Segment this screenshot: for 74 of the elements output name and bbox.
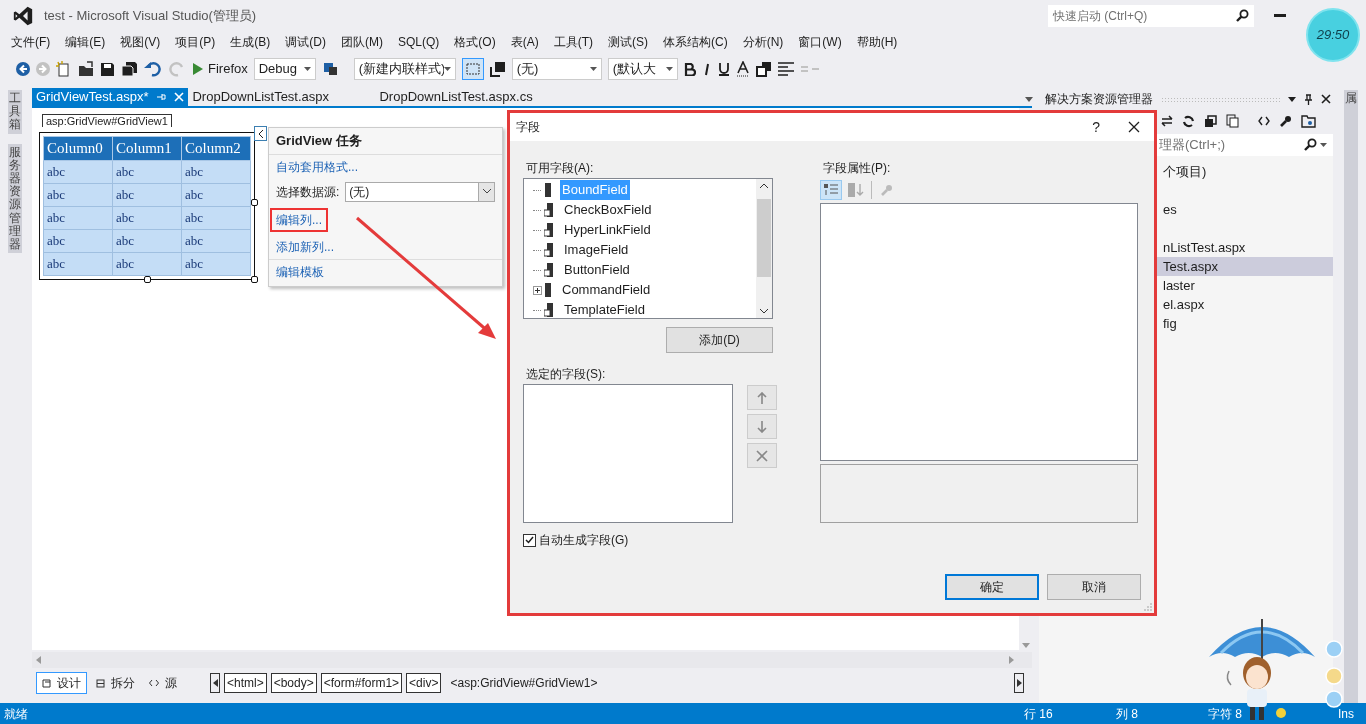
breadcrumb[interactable]: <asp:GridView#GridView1> xyxy=(448,673,600,693)
cancel-button[interactable]: 取消 xyxy=(1047,574,1141,600)
panel-title: 解决方案资源管理器 xyxy=(1045,91,1153,108)
table-cell: abc xyxy=(43,183,113,206)
target-rule-dropdown[interactable]: (无) xyxy=(511,58,602,80)
ok-button[interactable]: 确定 xyxy=(945,574,1039,600)
breadcrumb[interactable]: <div> xyxy=(406,673,442,693)
task-link[interactable]: 编辑模板 xyxy=(276,262,324,281)
menu-item[interactable]: 表(A) xyxy=(510,33,539,51)
style-dropdown[interactable]: (新建内联样式) xyxy=(353,58,456,80)
dialog-title: 字段 xyxy=(516,119,541,136)
menu-item[interactable]: 团队(M) xyxy=(341,33,383,51)
view-tab[interactable]: 源 xyxy=(144,672,182,694)
column-header: Column1 xyxy=(112,136,182,160)
task-link[interactable]: 编辑列... xyxy=(270,207,328,232)
field-item[interactable]: CommandField xyxy=(560,280,653,300)
menu-item[interactable]: SQL(Q) xyxy=(398,33,440,51)
add-button[interactable]: 添加(D) xyxy=(666,327,773,353)
field-label: 选择数据源: xyxy=(276,183,340,201)
menu-item[interactable]: 帮助(H) xyxy=(856,33,898,51)
menu-item[interactable]: 分析(N) xyxy=(742,33,784,51)
field-item[interactable]: HyperLinkField xyxy=(562,220,653,240)
field-item[interactable]: ButtonField xyxy=(562,260,632,280)
menu-item[interactable]: 测试(S) xyxy=(608,33,648,51)
menu-item[interactable]: 调试(D) xyxy=(285,33,326,51)
breadcrumb[interactable]: <form#form1> xyxy=(320,673,403,693)
breadcrumb[interactable]: <html> xyxy=(224,673,267,693)
menu-item[interactable]: 格式(O) xyxy=(454,33,496,51)
panel-title: GridView 任务 xyxy=(269,128,502,155)
document-tab[interactable]: DropDownListTest.aspx xyxy=(188,88,376,106)
quick-launch-field[interactable]: 快速启动 (Ctrl+Q) xyxy=(1048,5,1254,27)
column-header: Column0 xyxy=(43,136,113,160)
element-tag-label: asp:GridView#GridView1 xyxy=(42,114,172,127)
side-tab[interactable]: 服务器资源管理器 xyxy=(8,143,22,254)
side-tab[interactable]: 工具箱 xyxy=(8,90,22,134)
table-cell: abc xyxy=(43,252,113,275)
menu-item[interactable]: 编辑(E) xyxy=(65,33,106,51)
task-link[interactable]: 自动套用格式... xyxy=(276,157,358,176)
field-label: 可用字段(A): xyxy=(526,160,595,177)
view-tab[interactable]: 设计 xyxy=(36,672,87,694)
run-target-label[interactable]: Firefox xyxy=(208,59,248,79)
data-source-dropdown[interactable]: (无) xyxy=(345,181,495,202)
breadcrumb[interactable]: <body> xyxy=(270,673,317,693)
menu-item[interactable]: 生成(B) xyxy=(230,33,271,51)
table-cell: abc xyxy=(43,160,113,183)
menu-item[interactable]: 视图(V) xyxy=(120,33,161,51)
checkbox-label: 自动生成字段(G) xyxy=(539,532,629,549)
status-text: 字符 8 xyxy=(1208,705,1243,723)
view-tab[interactable]: 拆分 xyxy=(91,672,140,694)
field-item[interactable]: ImageField xyxy=(562,240,631,260)
status-text: Ins xyxy=(1338,705,1355,723)
field-label: 字段属性(P): xyxy=(823,160,892,177)
menu-item[interactable]: 体系结构(C) xyxy=(663,33,728,51)
menu-item[interactable]: 项目(P) xyxy=(175,33,216,51)
field-list[interactable]: BoundField CheckBoxField HyperLinkField ImageField ButtonField CommandField TemplateField xyxy=(523,178,773,319)
status-text: 就绪 xyxy=(4,705,28,723)
side-tab[interactable]: 属 xyxy=(1343,90,1358,703)
field-item[interactable]: TemplateField xyxy=(562,300,647,318)
font-size-dropdown[interactable]: (默认大 xyxy=(607,58,678,80)
status-text: 列 8 xyxy=(1116,705,1139,723)
column-header: Column2 xyxy=(181,136,251,160)
status-text: 行 16 xyxy=(1024,705,1054,723)
task-link[interactable]: 添加新列... xyxy=(276,237,334,256)
field-item[interactable]: CheckBoxField xyxy=(562,200,654,220)
menu-item[interactable]: 工具(T) xyxy=(553,33,593,51)
clock-time: 29:50 xyxy=(1316,26,1350,45)
configuration-dropdown[interactable]: Debug xyxy=(253,58,316,80)
menu-item[interactable]: 文件(F) xyxy=(11,33,51,51)
menu-item[interactable]: 窗口(W) xyxy=(798,33,842,51)
table-cell: abc xyxy=(43,229,113,252)
field-label: 选定的字段(S): xyxy=(526,366,607,383)
table-cell: abc xyxy=(43,206,113,229)
document-tab[interactable]: DropDownListTest.aspx.cs xyxy=(375,88,537,106)
window-title: test - Microsoft Visual Studio(管理员) xyxy=(44,7,257,26)
